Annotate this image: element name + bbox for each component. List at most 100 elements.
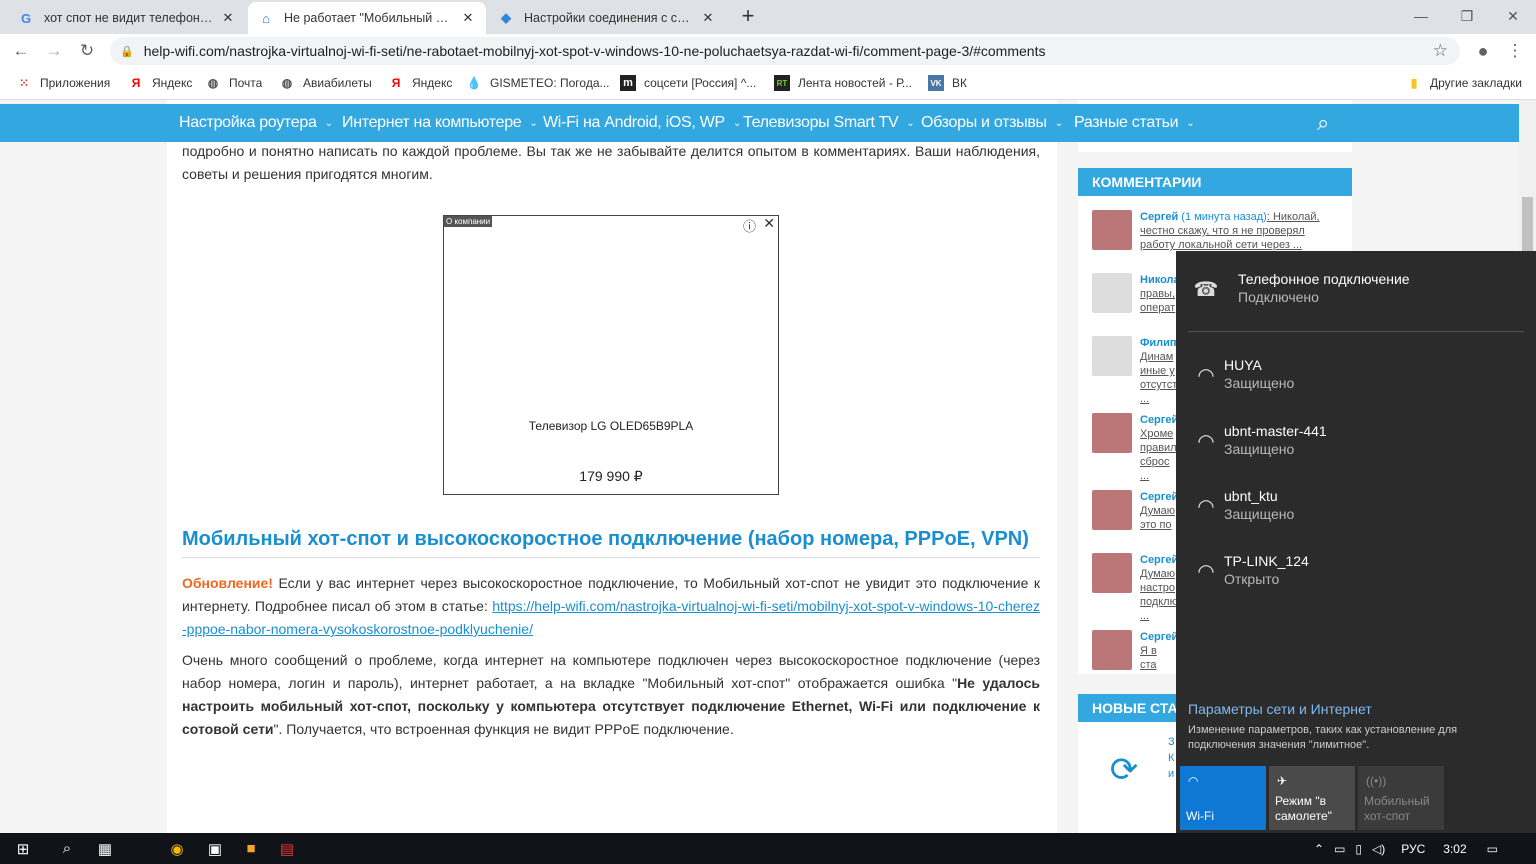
settings-icon: ◆ — [501, 10, 511, 25]
profile-icon[interactable]: ● — [1470, 38, 1496, 64]
network-name: ubnt-master-441 — [1224, 423, 1327, 439]
bookmark-gismeteo[interactable]: 💧 GISMETEO: Погода... — [466, 75, 610, 91]
chevron-down-icon: ⌄ — [906, 117, 915, 129]
bookmark-other[interactable]: ▮ Другие закладки — [1406, 75, 1522, 91]
bookmark-label: Почта — [229, 76, 263, 90]
new-tab-button[interactable]: + — [735, 3, 761, 29]
bookmark-apps[interactable]: ⁙ Приложения — [16, 75, 110, 91]
pdf-icon[interactable]: ▤ — [268, 833, 306, 864]
lock-icon: 🔒 — [120, 45, 134, 58]
close-icon[interactable]: ✕ — [460, 10, 476, 26]
tab-title: Не работает "Мобильный хот-с — [284, 11, 454, 25]
battery-icon[interactable]: ▭ — [1334, 842, 1345, 856]
nav-wifi[interactable]: Wi-Fi на Android, iOS, WP ⌄ — [543, 104, 741, 142]
refresh-icon: ⟳ — [1109, 751, 1139, 789]
chevron-up-icon[interactable]: ⌃ — [1314, 842, 1324, 856]
nav-reviews[interactable]: Обзоры и отзывы ⌄ — [921, 104, 1063, 142]
reload-button[interactable]: ↻ — [74, 38, 100, 64]
comment-author: Филип — [1140, 337, 1177, 349]
comment-body: правы, операт — [1140, 288, 1176, 314]
close-icon[interactable]: ✕ — [700, 10, 716, 26]
search-icon[interactable]: ⌕ — [48, 833, 86, 864]
close-icon[interactable]: ✕ — [220, 10, 236, 26]
info-icon[interactable]: ⓘ — [743, 216, 756, 235]
bookmark-label: соцсети [Россия] ^... — [644, 76, 757, 90]
dialup-connection[interactable]: ☎ Телефонное подключение Подключено — [1188, 271, 1528, 307]
bookmark-label: ВК — [952, 76, 967, 90]
connection-status: Подключено — [1238, 289, 1319, 305]
yandex-icon: Я — [391, 76, 401, 90]
comment-time: (1 минута назад) — [1178, 211, 1267, 223]
star-icon[interactable]: ☆ — [1433, 41, 1448, 61]
tab-strip: G хот спот не видит телефонное п ✕ ⌂ Не … — [0, 0, 1536, 34]
bookmark-rt[interactable]: RT Лента новостей - Р... — [774, 75, 912, 91]
bookmark-avia[interactable]: ◍ Авиабилеты — [279, 75, 372, 91]
wifi-network-ubnt-master[interactable]: ◠ ubnt-master-441 Защищено — [1188, 423, 1528, 459]
volume-icon[interactable]: ◁) — [1372, 842, 1385, 856]
network-icon[interactable]: ▯ — [1355, 842, 1362, 856]
wifi-icon: ◠ — [1188, 774, 1199, 788]
rt-icon: RT — [774, 75, 790, 91]
bookmark-yandex-2[interactable]: Я Яндекс — [388, 75, 453, 91]
nav-tv[interactable]: Телевизоры Smart TV ⌄ — [743, 104, 915, 142]
router-icon: ⌂ — [262, 10, 270, 26]
chevron-down-icon: ⌄ — [1186, 117, 1195, 129]
close-icon[interactable]: ✕ — [763, 215, 775, 232]
tab-article[interactable]: ⌂ Не работает "Мобильный хот-с ✕ — [248, 2, 486, 34]
chevron-down-icon: ⌄ — [732, 117, 741, 129]
avatar — [1092, 630, 1132, 670]
bookmark-yandex[interactable]: Я Яндекс — [128, 75, 193, 91]
minimize-button[interactable]: — — [1398, 0, 1444, 32]
bookmark-vk[interactable]: VK ВК — [928, 75, 967, 91]
maximize-button[interactable]: ❐ — [1444, 0, 1490, 32]
hotspot-tile[interactable]: ((•)) Мобильный хот-спот — [1358, 766, 1444, 830]
start-icon[interactable]: ⊞ — [4, 833, 42, 864]
wifi-tile[interactable]: ◠ Wi-Fi — [1180, 766, 1266, 830]
comment-author: Сергей — [1140, 491, 1179, 503]
nav-router[interactable]: Настройка роутера ⌄ — [179, 104, 333, 142]
divider — [1188, 331, 1524, 332]
wifi-network-tplink[interactable]: ◠ TP-LINK_124 Открыто — [1188, 553, 1528, 589]
wifi-icon: ◠ — [1197, 430, 1215, 453]
search-icon[interactable]: ⌕ — [1317, 104, 1329, 142]
notifications-icon[interactable]: ▭ — [1487, 842, 1498, 856]
network-status: Открыто — [1224, 571, 1280, 587]
network-app-icon[interactable]: ▣ — [196, 833, 234, 864]
comment-author: Сергей — [1140, 414, 1179, 426]
forward-button[interactable]: → — [41, 38, 67, 64]
bookmark-label: Яндекс — [412, 76, 453, 90]
clock[interactable]: 3:02 — [1443, 842, 1466, 856]
problem-text-end: ". Получается, что встроенная функция не… — [273, 721, 734, 737]
wifi-network-ubnt-ktu[interactable]: ◠ ubnt_ktu Защищено — [1188, 488, 1528, 524]
connection-name: Телефонное подключение — [1238, 271, 1410, 287]
back-button[interactable]: ← — [8, 38, 34, 64]
nav-label: Разные статьи — [1074, 114, 1179, 131]
globe-icon: ◍ — [207, 76, 219, 90]
address-bar[interactable]: 🔒 help-wifi.com/nastrojka-virtualnoj-wi-… — [110, 37, 1460, 65]
drop-icon: 💧 — [466, 76, 482, 90]
close-window-button[interactable]: ✕ — [1490, 0, 1536, 32]
tile-label: Wi-Fi — [1186, 809, 1214, 823]
ad-banner[interactable]: О компании ⓘ ✕ Телевизор LG OLED65B9PLA … — [443, 215, 779, 495]
system-tray: ⌃ ▭ ▯ ◁) РУС 3:02 ▭ — [1314, 833, 1498, 864]
nav-internet[interactable]: Интернет на компьютере ⌄ — [342, 104, 538, 142]
bookmark-mail[interactable]: ◍ Почта — [205, 75, 263, 91]
menu-icon[interactable]: ⋮ — [1502, 38, 1528, 64]
bookmark-socnet[interactable]: m соцсети [Россия] ^... — [620, 75, 756, 91]
globe-icon: ◍ — [281, 76, 293, 90]
comment-author: Сергей — [1140, 554, 1179, 566]
tab-settings[interactable]: ◆ Настройки соединения с сотов ✕ — [488, 2, 726, 34]
bookmark-label: Яндекс — [152, 76, 193, 90]
tab-search[interactable]: G хот спот не видит телефонное п ✕ — [8, 2, 246, 34]
app-icon[interactable]: ■ — [232, 833, 270, 864]
wifi-network-huya[interactable]: ◠ HUYA Защищено — [1188, 357, 1528, 393]
chrome-icon[interactable]: ◉ — [158, 833, 196, 864]
network-settings-link[interactable]: Параметры сети и Интернет — [1188, 701, 1372, 717]
avatar — [1092, 210, 1132, 250]
nav-misc[interactable]: Разные статьи ⌄ — [1074, 104, 1195, 142]
language-indicator[interactable]: РУС — [1401, 842, 1425, 856]
settings-description: Изменение параметров, таких как установл… — [1188, 724, 1458, 751]
network-name: TP-LINK_124 — [1224, 553, 1309, 569]
calculator-icon[interactable]: ▦ — [86, 833, 124, 864]
airplane-tile[interactable]: ✈ Режим "в самолете" — [1269, 766, 1355, 830]
